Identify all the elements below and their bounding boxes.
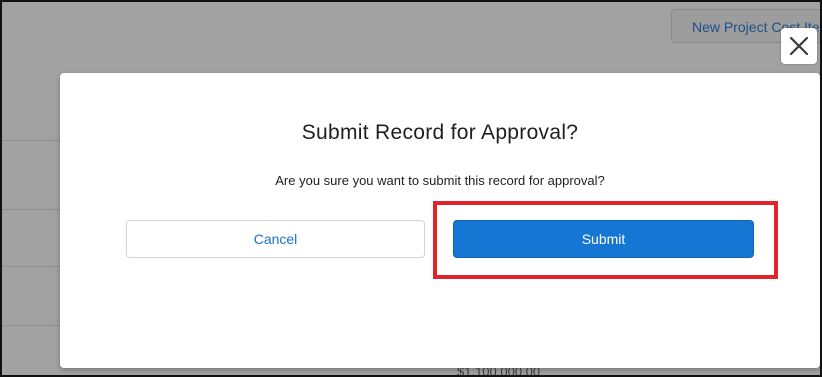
modal-message: Are you sure you want to submit this rec… — [275, 173, 605, 188]
screenshot-frame: New Project Cost Item $1,100,000.00 Subm… — [0, 0, 822, 377]
approval-modal: Submit Record for Approval? Are you sure… — [60, 73, 820, 368]
cancel-button[interactable]: Cancel — [126, 220, 425, 258]
close-icon — [789, 36, 809, 56]
submit-button[interactable]: Submit — [453, 220, 754, 258]
modal-close-button[interactable] — [781, 28, 817, 64]
modal-title: Submit Record for Approval? — [301, 121, 579, 144]
